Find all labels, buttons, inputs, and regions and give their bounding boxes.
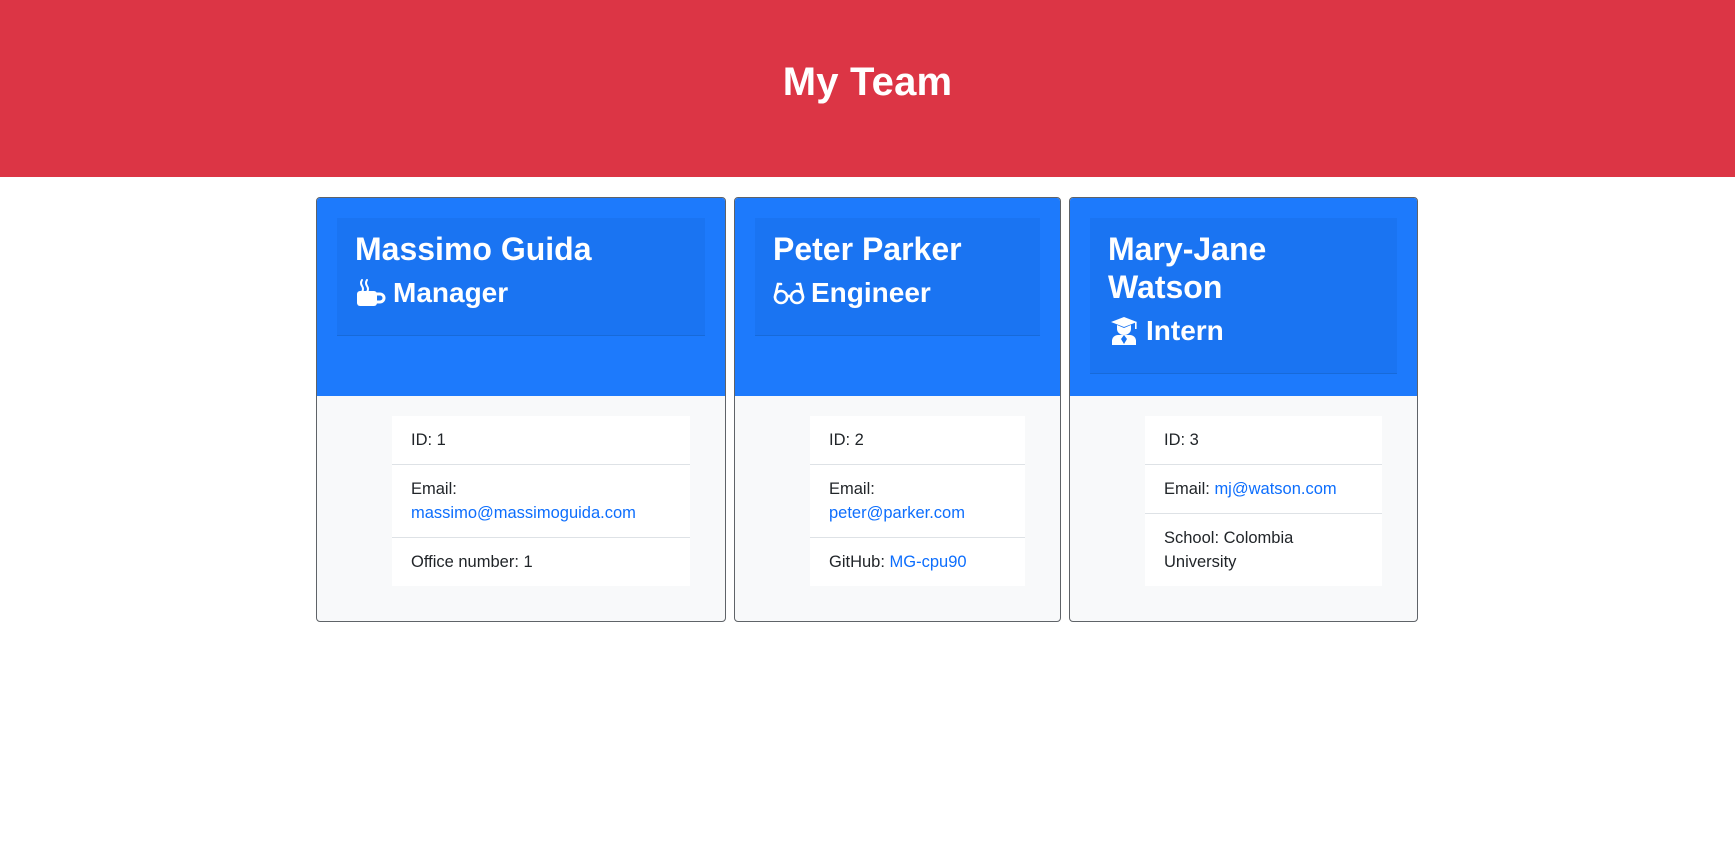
email-label: Email: — [829, 480, 875, 498]
github-link[interactable]: MG-cpu90 — [890, 553, 967, 571]
employee-name: Mary-Jane Watson — [1108, 231, 1267, 305]
card-header: Massimo Guida Manager — [317, 198, 725, 396]
employee-role: Engineer — [773, 276, 1022, 310]
role-label: Manager — [393, 277, 509, 308]
github-item: GitHub: MG-cpu90 — [810, 538, 1025, 586]
card-title-box: Mary-Jane Watson Intern — [1090, 218, 1397, 374]
card-header: Mary-Jane Watson Intern — [1070, 198, 1417, 396]
school-item: School: Colombia University — [1164, 529, 1294, 571]
card-header: Peter Parker Engineer — [735, 198, 1060, 396]
email-label: Email: — [1164, 480, 1210, 498]
coffee-mug-icon — [355, 278, 387, 308]
github-label: GitHub: — [829, 553, 885, 571]
info-list: ID: 2 Email: peter@parker.com GitHub: MG… — [810, 416, 1025, 586]
employee-card-intern: Mary-Jane Watson Intern ID: 3 Email: mj@… — [1069, 197, 1418, 622]
info-list: ID: 3 Email: mj@watson.com School: Colom… — [1145, 416, 1382, 586]
employee-card-engineer: Peter Parker Engineer ID: 2 Email: peter… — [734, 197, 1061, 622]
id-item: ID: 1 — [392, 416, 690, 465]
employee-card-manager: Massimo Guida Manager ID: 1 Email: massi… — [316, 197, 726, 622]
page-header: My Team — [0, 0, 1735, 177]
id-item: ID: 3 — [1145, 416, 1382, 465]
email-link[interactable]: mj@watson.com — [1214, 480, 1336, 498]
page-title: My Team — [782, 60, 953, 104]
office-number-item: Office number: 1 — [411, 553, 533, 571]
info-list: ID: 1 Email: massimo@massimoguida.com Of… — [392, 416, 690, 586]
employee-role: Intern — [1108, 314, 1379, 348]
employee-name: Peter Parker — [773, 231, 962, 267]
email-item: Email: mj@watson.com — [1145, 465, 1382, 514]
email-link[interactable]: peter@parker.com — [829, 504, 965, 522]
id-item: ID: 2 — [810, 416, 1025, 465]
card-title-box: Massimo Guida Manager — [337, 218, 705, 336]
graduate-icon — [1108, 316, 1140, 346]
email-link[interactable]: massimo@massimoguida.com — [411, 504, 636, 522]
email-item: Email: massimo@massimoguida.com — [392, 465, 690, 538]
glasses-icon — [773, 278, 805, 308]
employee-role: Manager — [355, 276, 687, 310]
email-item: Email: peter@parker.com — [810, 465, 1025, 538]
role-label: Engineer — [811, 277, 931, 308]
role-label: Intern — [1146, 315, 1224, 346]
employee-name: Massimo Guida — [355, 231, 592, 267]
card-title-box: Peter Parker Engineer — [755, 218, 1040, 336]
email-label: Email: — [411, 480, 457, 498]
